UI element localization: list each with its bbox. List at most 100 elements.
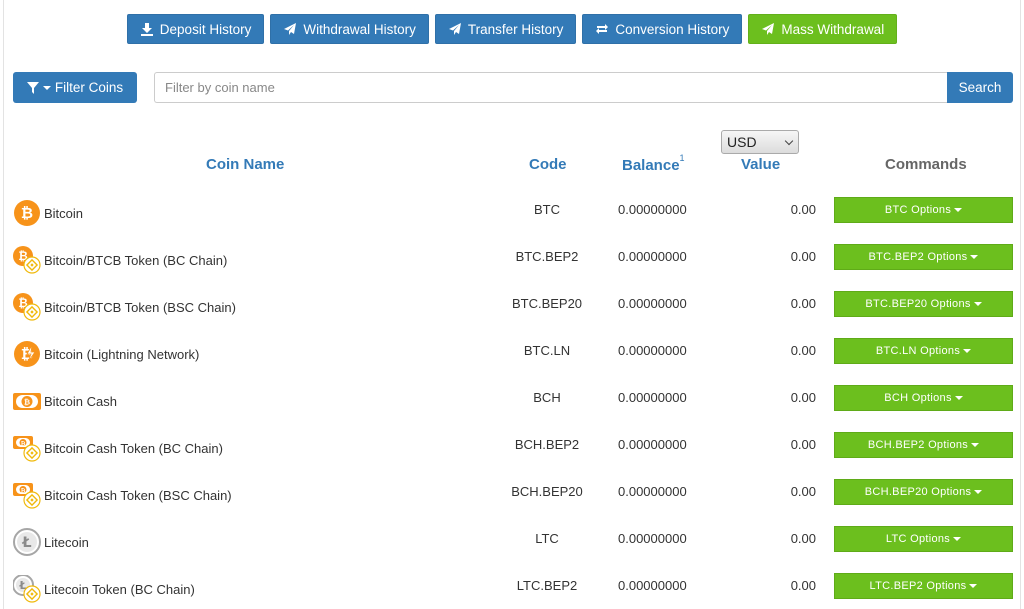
coin-balance: 0.00000000 [618,437,687,452]
download-icon [140,23,153,36]
litecoin-bnb-icon: Ł [12,574,41,603]
chevron-down-icon [784,136,794,146]
svg-text:₿: ₿ [21,488,26,495]
coin-balance: 0.00000000 [618,531,687,546]
coin-options-label: BCH.BEP2 Options [867,439,969,451]
filter-row: Filter Coins Search [13,72,1013,103]
btc-bep2-options-button[interactable]: BTC.BEP2 Options [834,244,1013,270]
conversion-history-label: Conversion History [615,21,730,37]
caret-down-icon [974,490,983,494]
coin-name: Bitcoin Cash Token (BC Chain) [44,441,223,456]
search-button[interactable]: Search [947,72,1013,103]
coin-code: BCH [533,390,561,405]
coin-name: Bitcoin (Lightning Network) [44,347,200,362]
coin-value: 0.00 [790,343,816,358]
deposit-history-label: Deposit History [159,21,252,37]
filter-coins-label: Filter Coins [54,80,124,95]
coin-row-btc-bep2: ₿ Bitcoin/BTCB Token (BC Chain) BTC.BEP2… [13,244,1013,293]
caret-down-icon [970,255,979,259]
svg-text:₿: ₿ [21,441,26,448]
coin-code: BTC.BEP2 [515,249,579,264]
caret-down-icon [953,537,962,541]
coin-options-label: BTC.BEP2 Options [868,251,968,263]
coin-name: Bitcoin Cash Token (BSC Chain) [44,488,232,503]
coin-balance: 0.00000000 [618,343,687,358]
coin-row-bch-bep2: ₿ Bitcoin Cash Token (BC Chain) BCH.BEP2… [13,432,1013,481]
coin-options-label: BCH Options [884,392,952,404]
coin-options-label: BCH.BEP20 Options [864,486,972,498]
svg-text:₿: ₿ [21,204,33,222]
coin-options-label: BTC.BEP20 Options [865,298,971,310]
header-coin-name[interactable]: Coin Name [206,156,284,173]
coin-code: BCH.BEP2 [514,437,580,452]
coin-name: Bitcoin Cash [44,394,117,409]
deposit-history-button[interactable]: Deposit History [126,14,265,44]
coin-balance: 0.00000000 [618,202,687,217]
btc-ln-options-button[interactable]: BTC.LN Options [834,338,1013,364]
coin-value: 0.00 [790,531,816,546]
caret-down-icon [973,302,982,306]
bch-bep2-options-button[interactable]: BCH.BEP2 Options [834,432,1013,458]
mass-withdrawal-label: Mass Withdrawal [781,21,885,37]
coin-name: Bitcoin [44,206,84,221]
withdrawal-history-button[interactable]: Withdrawal History [270,14,429,44]
coin-options-label: LTC Options [885,533,951,545]
coin-name: Litecoin Token (BC Chain) [44,582,195,597]
currency-select[interactable]: USD [721,130,799,154]
coin-code: BTC.BEP20 [511,296,583,311]
coin-row-btc: ₿ Bitcoin BTC 0.00000000 0.00 BTC Option… [13,197,1013,246]
mass-withdrawal-button[interactable]: Mass Withdrawal [748,14,898,44]
coin-balance: 0.00000000 [618,249,687,264]
history-toolbar: Deposit History Withdrawal History Trans… [0,14,1024,44]
btc-options-button[interactable]: BTC Options [834,197,1013,223]
coin-code: BTC.LN [523,343,571,358]
coin-row-bch-bep20: ₿ Bitcoin Cash Token (BSC Chain) BCH.BEP… [13,479,1013,528]
bitcoin-icon: ₿ [13,199,41,227]
funnel-icon [26,81,39,94]
svg-text:Ł: Ł [21,535,31,551]
coin-value: 0.00 [790,249,816,264]
header-balance-label: Balance [622,157,680,174]
coin-code: LTC [535,531,559,546]
btc-bep20-options-button[interactable]: BTC.BEP20 Options [834,291,1013,317]
coin-search-input[interactable] [154,72,948,103]
conversion-history-button[interactable]: Conversion History [582,14,743,44]
coin-code: BTC [534,202,560,217]
coin-name: Bitcoin/BTCB Token (BC Chain) [44,253,228,268]
withdrawal-history-label: Withdrawal History [303,21,416,37]
caret-down-icon [971,443,980,447]
bch-bep20-options-button[interactable]: BCH.BEP20 Options [834,479,1013,505]
coin-value: 0.00 [790,484,816,499]
coin-options-label: BTC.LN Options [875,345,961,357]
filter-coins-button[interactable]: Filter Coins [13,72,137,103]
coin-row-ltc: Ł Litecoin LTC 0.00000000 0.00 LTC Optio… [13,526,1013,575]
header-code[interactable]: Code [529,156,567,173]
transfer-history-label: Transfer History [467,21,564,37]
coin-name: Litecoin [44,535,89,550]
bitcoin-bnb-icon: ₿ [13,246,41,274]
coin-value: 0.00 [790,390,816,405]
coin-options-label: LTC.BEP2 Options [869,580,967,592]
coin-value: 0.00 [790,578,816,593]
paper-plane-icon [448,23,461,35]
ltc-bep2-options-button[interactable]: LTC.BEP2 Options [834,573,1013,599]
exchange-icon [596,24,609,34]
paper-plane-icon [762,23,775,35]
svg-text:₿: ₿ [24,398,30,407]
coin-value: 0.00 [790,296,816,311]
coin-balance: 0.00000000 [618,390,687,405]
coin-row-bch: ₿ Bitcoin Cash BCH 0.00000000 0.00 BCH O… [13,385,1013,434]
header-balance[interactable]: Balance1 [622,153,685,174]
balance-footnote: 1 [679,153,685,163]
caret-down-icon [963,349,972,353]
paper-plane-icon [284,23,297,35]
coin-options-label: BTC Options [884,204,952,216]
ltc-options-button[interactable]: LTC Options [834,526,1013,552]
coin-balance: 0.00000000 [618,578,687,593]
coin-name: Bitcoin/BTCB Token (BSC Chain) [44,300,236,315]
transfer-history-button[interactable]: Transfer History [434,14,577,44]
caret-down-icon [969,584,978,588]
coin-row-btc-bep20: ₿ Bitcoin/BTCB Token (BSC Chain) BTC.BEP… [13,291,1013,340]
header-value[interactable]: Value [741,156,780,173]
bch-options-button[interactable]: BCH Options [834,385,1013,411]
